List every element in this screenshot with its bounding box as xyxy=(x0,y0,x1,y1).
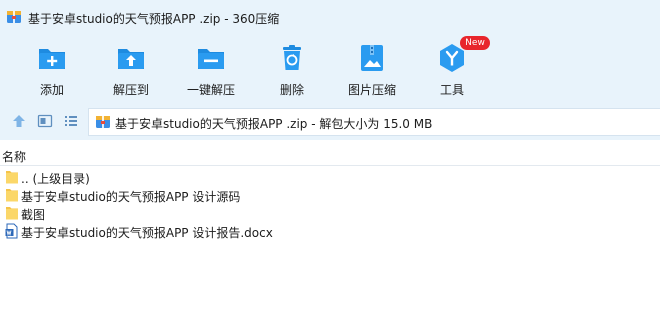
folder-icon xyxy=(6,189,18,202)
quick-extract-label: 一键解压 xyxy=(186,83,235,97)
archive-icon xyxy=(7,11,21,23)
folder-icon xyxy=(6,207,18,220)
image-compress-icon xyxy=(361,45,383,71)
folder-icon xyxy=(6,171,18,184)
path-field[interactable]: 基于安卓studio的天气预报APP .zip - 解包大小为 15.0 MB xyxy=(88,108,660,136)
delete-label: 删除 xyxy=(279,83,304,97)
list-item-screenshots-folder[interactable]: 截图 xyxy=(0,204,660,222)
column-header-name[interactable]: 名称 xyxy=(2,148,26,165)
list-item-parent-dir[interactable]: .. (上级目录) xyxy=(0,168,660,186)
address-bar: 基于安卓studio的天气预报APP .zip - 解包大小为 15.0 MB xyxy=(0,102,660,140)
thumbnail-view-icon[interactable] xyxy=(37,113,53,129)
delete-button[interactable]: 删除 xyxy=(252,40,332,100)
file-name: 截图 xyxy=(21,208,46,222)
tools-button[interactable]: New 工具 xyxy=(412,36,492,100)
list-item-report-docx[interactable]: 基于安卓studio的天气预报APP 设计报告.docx xyxy=(0,222,660,240)
file-name: 基于安卓studio的天气预报APP 设计源码 xyxy=(21,190,241,204)
title-bar: 基于安卓studio的天气预报APP .zip - 360压缩 xyxy=(0,0,660,36)
list-header: 名称 xyxy=(0,140,660,166)
add-label: 添加 xyxy=(39,83,64,97)
extract-folder-icon xyxy=(118,49,144,69)
archive-icon xyxy=(96,116,110,128)
add-folder-icon xyxy=(39,49,65,69)
trash-icon xyxy=(283,45,301,70)
toolbar: 添加 解压到 一键解压 删除 图片压缩 New 工具 xyxy=(0,36,660,102)
up-arrow-icon[interactable] xyxy=(11,113,27,129)
list-view-icon[interactable] xyxy=(63,113,79,129)
quick-extract-button[interactable]: 一键解压 xyxy=(171,40,251,100)
image-compress-button[interactable]: 图片压缩 xyxy=(332,40,412,100)
add-button[interactable]: 添加 xyxy=(12,40,92,100)
quick-extract-icon xyxy=(198,49,224,69)
new-badge: New xyxy=(460,36,490,50)
list-item-source-folder[interactable]: 基于安卓studio的天气预报APP 设计源码 xyxy=(0,186,660,204)
file-name: 基于安卓studio的天气预报APP 设计报告.docx xyxy=(21,226,273,240)
tools-label: 工具 xyxy=(439,83,464,97)
file-list: .. (上级目录) 基于安卓studio的天气预报APP 设计源码 截图 基于安… xyxy=(0,168,660,240)
extract-to-button[interactable]: 解压到 xyxy=(91,40,171,100)
extract-to-label: 解压到 xyxy=(112,83,149,97)
word-document-icon xyxy=(5,223,18,239)
file-name: .. (上级目录) xyxy=(21,172,90,186)
window-title: 基于安卓studio的天气预报APP .zip - 360压缩 xyxy=(28,12,280,26)
path-text: 基于安卓studio的天气预报APP .zip - 解包大小为 15.0 MB xyxy=(115,117,433,131)
image-compress-label: 图片压缩 xyxy=(347,83,396,97)
